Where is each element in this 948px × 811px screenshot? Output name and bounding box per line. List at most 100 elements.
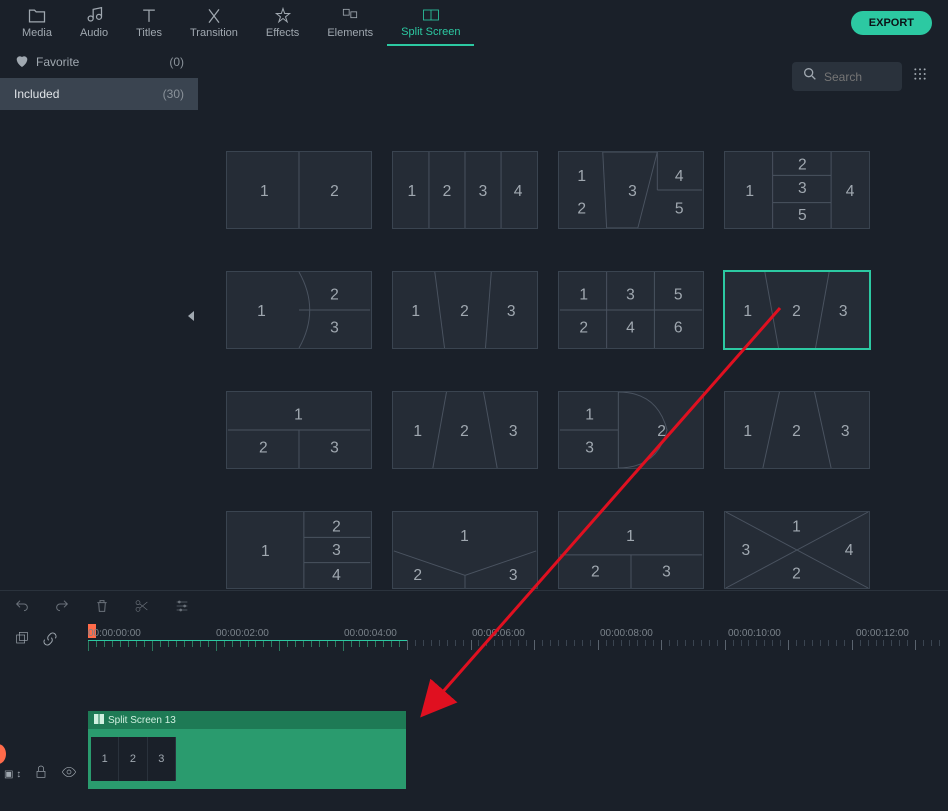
svg-text:2: 2 [460, 303, 469, 320]
search-input[interactable] [824, 70, 894, 84]
svg-text:1: 1 [585, 406, 594, 423]
sidebar-label: Included [14, 87, 59, 101]
nav-transition[interactable]: Transition [176, 0, 252, 46]
marker-icon[interactable] [14, 631, 30, 652]
nav-elements[interactable]: Elements [313, 0, 387, 46]
nav-audio[interactable]: Audio [66, 0, 122, 46]
timeline-toolbar [0, 590, 948, 626]
svg-text:1: 1 [408, 183, 417, 200]
svg-text:3: 3 [841, 423, 850, 440]
svg-text:4: 4 [332, 567, 341, 584]
svg-text:1: 1 [745, 183, 754, 200]
preset[interactable]: 123 [392, 511, 538, 589]
timestamp: 00:00:10:00 [728, 628, 781, 639]
redo-icon[interactable] [54, 598, 70, 619]
svg-text:2: 2 [792, 565, 801, 582]
svg-text:2: 2 [579, 319, 588, 336]
music-icon [84, 7, 104, 25]
nav-label: Elements [327, 27, 373, 39]
elements-icon [340, 7, 360, 25]
preset[interactable]: 123 [392, 391, 538, 469]
preset[interactable]: 12354 [724, 151, 870, 229]
svg-text:2: 2 [259, 439, 268, 456]
timestamp: 00:00:12:00 [856, 628, 909, 639]
svg-text:5: 5 [798, 207, 807, 224]
svg-text:4: 4 [514, 183, 523, 200]
svg-text:1: 1 [294, 406, 303, 423]
svg-text:2: 2 [330, 183, 339, 200]
nav-label: Transition [190, 27, 238, 39]
sidebar-item-favorite[interactable]: Favorite (0) [0, 46, 198, 78]
nav-split-screen[interactable]: Split Screen [387, 0, 474, 46]
svg-text:3: 3 [330, 439, 339, 456]
preset[interactable]: 123456 [558, 271, 704, 349]
sidebar: Favorite (0) Included (30) [0, 46, 198, 590]
preset[interactable]: 1234 [724, 511, 870, 589]
nav-label: Audio [80, 27, 108, 39]
collapse-sidebar-icon[interactable] [186, 309, 196, 327]
svg-text:5: 5 [675, 200, 684, 217]
svg-text:1: 1 [626, 528, 635, 545]
delete-icon[interactable] [94, 598, 110, 619]
svg-text:5: 5 [674, 286, 683, 303]
svg-text:3: 3 [509, 567, 518, 584]
svg-text:3: 3 [330, 319, 339, 336]
undo-icon[interactable] [14, 598, 30, 619]
timestamp: 00:00:00:00 [88, 628, 141, 639]
grid-view-icon[interactable] [912, 66, 928, 87]
svg-text:3: 3 [507, 303, 516, 320]
preset[interactable]: 123 [724, 391, 870, 469]
svg-text:2: 2 [460, 423, 469, 440]
clip-thumbnail: 1 2 3 [91, 737, 176, 781]
lock-icon[interactable] [33, 764, 49, 785]
preset[interactable]: 1234 [226, 511, 372, 589]
nav-label: Effects [266, 27, 299, 39]
svg-text:2: 2 [332, 518, 341, 535]
preset[interactable]: 123 [558, 511, 704, 589]
svg-text:3: 3 [479, 183, 488, 200]
timestamp: 00:00:08:00 [600, 628, 653, 639]
sidebar-count: (30) [163, 87, 184, 101]
preset[interactable]: 1234 [392, 151, 538, 229]
scissors-icon[interactable] [134, 598, 150, 619]
timestamp: 00:00:02:00 [216, 628, 269, 639]
preset[interactable]: 1 2 3 [392, 271, 538, 349]
svg-text:1: 1 [413, 423, 422, 440]
svg-text:2: 2 [413, 567, 422, 584]
export-button[interactable]: EXPORT [851, 11, 932, 35]
clip-handle[interactable] [0, 744, 6, 764]
svg-text:2: 2 [657, 423, 666, 440]
settings-icon[interactable] [174, 598, 190, 619]
preset[interactable]: 12345 [558, 151, 704, 229]
link-icon[interactable] [42, 631, 58, 652]
timeline-tracks[interactable]: Split Screen 13 1 2 3 ▣ ↕ [0, 656, 948, 811]
folder-icon [27, 7, 47, 25]
sidebar-item-included[interactable]: Included (30) [0, 78, 198, 110]
svg-text:3: 3 [839, 303, 848, 320]
nav-titles[interactable]: Titles [122, 0, 176, 46]
svg-text:1: 1 [411, 303, 420, 320]
timeline-clip[interactable]: Split Screen 13 1 2 3 [88, 711, 406, 789]
svg-text:3: 3 [662, 563, 671, 580]
preset[interactable]: 1 2 3 [226, 391, 372, 469]
heart-icon [14, 53, 30, 72]
nav-media[interactable]: Media [8, 0, 66, 46]
svg-text:3: 3 [741, 542, 750, 559]
eye-icon[interactable] [61, 764, 77, 785]
svg-text:2: 2 [798, 157, 807, 174]
nav-effects[interactable]: Effects [252, 0, 313, 46]
nav-label: Split Screen [401, 26, 460, 38]
sidebar-label: Favorite [36, 55, 79, 69]
timeline-ruler[interactable]: 00:00:00:00 00:00:02:00 00:00:04:00 00:0… [88, 626, 948, 656]
preset[interactable]: 12 [226, 151, 372, 229]
svg-text:3: 3 [626, 286, 635, 303]
track-toggle-icon[interactable]: ▣ ↕ [4, 769, 21, 780]
preset[interactable]: 132 [558, 391, 704, 469]
svg-text:2: 2 [792, 423, 801, 440]
preset[interactable]: 123 [226, 271, 372, 349]
content-area: 12 1234 12345 12354 123 123 123456 123 1… [198, 46, 948, 590]
search-input-wrapper[interactable] [792, 62, 902, 91]
svg-text:2: 2 [577, 200, 586, 217]
preset[interactable]: 123 [724, 271, 870, 349]
sidebar-count: (0) [169, 55, 184, 69]
